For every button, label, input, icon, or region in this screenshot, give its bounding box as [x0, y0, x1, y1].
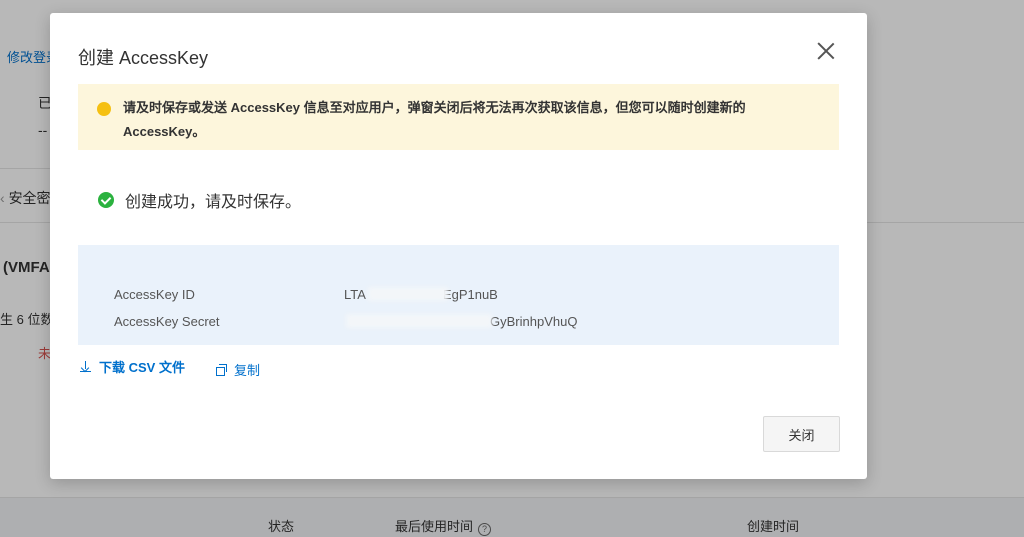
close-icon[interactable] [814, 39, 838, 63]
accesskey-info-box: AccessKey ID LTA EgP1nuB AccessKey Secret… [78, 245, 839, 345]
modal-title: 创建 AccessKey [78, 48, 209, 68]
download-icon [80, 360, 91, 373]
accesskey-id-label: AccessKey ID [114, 287, 195, 302]
download-csv-label: 下载 CSV 文件 [99, 360, 185, 375]
close-button[interactable]: 关闭 [763, 416, 840, 452]
copy-icon [216, 364, 227, 376]
warning-icon [97, 102, 111, 116]
create-accesskey-modal: 创建 AccessKey 请及时保存或发送 AccessKey 信息至对应用户，… [50, 13, 867, 479]
warning-text: 请及时保存或发送 AccessKey 信息至对应用户，弹窗关闭后将无法再次获取该… [123, 100, 746, 139]
warning-banner: 请及时保存或发送 AccessKey 信息至对应用户，弹窗关闭后将无法再次获取该… [78, 84, 839, 150]
redaction-blur [368, 287, 448, 301]
accesskey-secret-label: AccessKey Secret [114, 314, 220, 329]
download-csv-button[interactable]: 下载 CSV 文件 [80, 357, 185, 376]
success-message: 创建成功，请及时保存。 [98, 188, 301, 212]
redaction-blur [346, 314, 492, 328]
copy-label: 复制 [234, 363, 261, 378]
copy-button[interactable]: 复制 [216, 360, 260, 379]
check-circle-icon [98, 192, 114, 208]
success-text: 创建成功，请及时保存。 [125, 194, 302, 211]
